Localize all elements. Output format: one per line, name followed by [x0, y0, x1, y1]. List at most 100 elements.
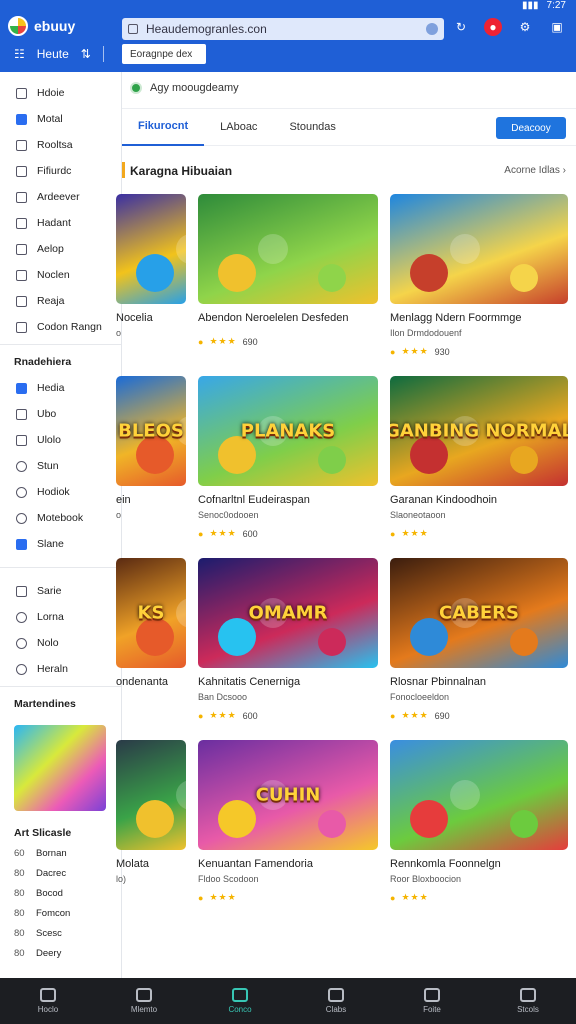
sidebar-item-media[interactable]: Hedia	[0, 375, 121, 401]
bottom-nav-item[interactable]: Conco	[192, 978, 288, 1024]
bottom-nav-item[interactable]: Clabs	[288, 978, 384, 1024]
bottom-nav-item[interactable]: Stcols	[480, 978, 576, 1024]
game-title[interactable]: Rlosnar Pbinnalnan	[390, 676, 568, 688]
game-thumbnail[interactable]	[116, 194, 186, 304]
sidebar-item-hodiok[interactable]: Hodiok	[0, 479, 121, 505]
bottom-nav-item[interactable]: Mlemto	[96, 978, 192, 1024]
top-bar: ebuuy ☷ Heute ⇅ Heaudemogranles.con Eora…	[0, 0, 576, 72]
bottom-nav-item[interactable]: Hoclo	[0, 978, 96, 1024]
list-item[interactable]: 80 Dacrec	[14, 863, 121, 883]
sidebar-item-3[interactable]: Rooltsa	[0, 132, 121, 158]
sub-chip[interactable]: Eoragnpe dex	[122, 44, 206, 64]
game-title[interactable]: Molata	[116, 858, 186, 870]
see-all-link[interactable]: Acorne Idlas ›	[504, 165, 566, 176]
game-meta: Slaoneotaoon	[390, 510, 446, 520]
game-title[interactable]: ein	[116, 494, 186, 506]
game-card[interactable]: CUHIN Kenuantan Famendoria Fldoo Scodoon ● ★…	[198, 740, 378, 903]
sidebar-item-10[interactable]: Codon Rangn	[0, 314, 121, 340]
game-card[interactable]: Menlagg Ndern Foormmge Ilon Drmdodouenf ● ★…	[390, 194, 568, 357]
game-title[interactable]: Kenuantan Famendoria	[198, 858, 378, 870]
sidebar-item-lorna[interactable]: Lorna	[0, 604, 121, 630]
sidebar-item-user[interactable]: Motal	[0, 106, 121, 132]
sidebar-item-sarie[interactable]: Sarie	[0, 578, 121, 604]
sidebar-item-list[interactable]: Ulolo	[0, 427, 121, 453]
game-thumbnail[interactable]: OMAMR	[198, 558, 378, 668]
list-item[interactable]: 80 Deery	[14, 943, 121, 963]
game-card[interactable]: PLANAKS Cofnarltnl Eudeiraspan Senoc0odooe…	[198, 376, 378, 539]
reload-icon[interactable]	[426, 23, 438, 35]
sidebar-item-heraln[interactable]: Heraln	[0, 656, 121, 682]
rating-value: 690	[242, 336, 258, 347]
game-thumbnail[interactable]	[390, 740, 568, 850]
filter-icon[interactable]: ⇅	[81, 47, 91, 61]
game-title[interactable]: Menlagg Ndern Foormmge	[390, 312, 568, 324]
game-thumbnail[interactable]	[198, 194, 378, 304]
list-item[interactable]: 80 Bocod	[14, 883, 121, 903]
sidebar-item-label: Fifiurdc	[37, 165, 72, 177]
list-item[interactable]: 80 Scesc	[14, 923, 121, 943]
game-title[interactable]: Rennkomla Foonnelgn	[390, 858, 568, 870]
tab-labs[interactable]: LAboac	[204, 108, 273, 146]
tab-sounds[interactable]: Stoundas	[273, 108, 351, 146]
menu-label[interactable]: Heute	[37, 47, 69, 61]
app-logo[interactable]: ebuuy	[8, 16, 75, 36]
list-item[interactable]: 60 Bornan	[14, 843, 121, 863]
game-title[interactable]: Kahnitatis Cenerniga	[198, 676, 378, 688]
game-thumbnail[interactable]: KS	[116, 558, 186, 668]
game-card[interactable]: KS ondenanta	[116, 558, 186, 692]
featured-thumbnail[interactable]	[14, 725, 106, 811]
bell-icon	[16, 585, 27, 597]
share-icon[interactable]: ↻	[452, 18, 470, 36]
game-card[interactable]: Abendon Neroelelen Desfeden ● ★★★ 690	[198, 194, 378, 347]
sidebar-item-stun[interactable]: Stun	[0, 453, 121, 479]
coin-icon: ●	[198, 528, 204, 539]
game-title[interactable]: Nocelia	[116, 312, 186, 324]
alert-icon[interactable]: ●	[484, 18, 502, 36]
game-thumbnail[interactable]: CABERS	[390, 558, 568, 668]
sidebar-item-home[interactable]: Hdoie	[0, 80, 121, 106]
bottom-nav: Hoclo Mlemto Conco Clabs Foite Stcols	[0, 978, 576, 1024]
game-title[interactable]: Cofnarltnl Eudeiraspan	[198, 494, 378, 506]
sidebar-item-4[interactable]: Fifiurdc	[0, 158, 121, 184]
game-rating: ● ★★★ 930	[390, 346, 568, 357]
list-item[interactable]: 80 Fomcon	[14, 903, 121, 923]
game-card[interactable]: GANBING NORMAL Garanan Kindoodhoin Slaoneo…	[390, 376, 568, 539]
game-meta: o	[116, 510, 122, 520]
game-title[interactable]: Garanan Kindoodhoin	[390, 494, 568, 506]
game-thumbnail[interactable]: GANBING NORMAL	[390, 376, 568, 486]
square-icon	[16, 382, 27, 394]
sidebar-item-label: Motebook	[37, 512, 84, 524]
sidebar-item-puzzle[interactable]: Ubo	[0, 401, 121, 427]
game-card[interactable]: BLEOS ein o	[116, 376, 186, 520]
game-card[interactable]: Molata lo)	[116, 740, 186, 884]
address-bar[interactable]: Heaudemogranles.con	[122, 18, 444, 40]
sidebar-item-notebook[interactable]: Motebook	[0, 505, 121, 531]
hint-text: Agy moougdeamy	[150, 82, 239, 94]
game-card[interactable]: OMAMR Kahnitatis Cenerniga Ban Dcsooo ● ★★★ 6…	[198, 558, 378, 721]
sidebar-item-8[interactable]: Noclen	[0, 262, 121, 288]
game-title[interactable]: ondenanta	[116, 676, 186, 688]
sidebar-item-slane[interactable]: Slane	[0, 531, 121, 557]
game-thumbnail[interactable]: BLEOS	[116, 376, 186, 486]
game-thumbnail[interactable]	[116, 740, 186, 850]
sidebar-item-7[interactable]: Aelop	[0, 236, 121, 262]
profile-icon[interactable]: ▣	[548, 18, 566, 36]
tab-featured[interactable]: Fikurocnt	[122, 108, 205, 146]
sidebar-item-9[interactable]: Reaja	[0, 288, 121, 314]
game-card[interactable]: Nocelia o	[116, 194, 186, 338]
menu-grid-icon[interactable]: ☷	[14, 47, 25, 61]
sidebar-section-title: Rnadehiera	[14, 356, 72, 368]
settings-icon[interactable]: ⚙	[516, 18, 534, 36]
discover-button[interactable]: Deacooy	[496, 117, 566, 139]
sidebar-item-label: Ubo	[37, 408, 57, 420]
game-thumbnail[interactable]: PLANAKS	[198, 376, 378, 486]
game-card[interactable]: Rennkomla Foonnelgn Roor Bloxboocion ● ★★★	[390, 740, 568, 903]
sidebar-item-6[interactable]: Hadant	[0, 210, 121, 236]
sidebar-item-5[interactable]: Ardeever	[0, 184, 121, 210]
game-thumbnail[interactable]: CUHIN	[198, 740, 378, 850]
game-title[interactable]: Abendon Neroelelen Desfeden	[198, 312, 378, 324]
sidebar-item-nolo[interactable]: Nolo	[0, 630, 121, 656]
bottom-nav-item[interactable]: Foite	[384, 978, 480, 1024]
game-thumbnail[interactable]	[390, 194, 568, 304]
game-card[interactable]: CABERS Rlosnar Pbinnalnan Fonocloeeldon ● ★★…	[390, 558, 568, 721]
